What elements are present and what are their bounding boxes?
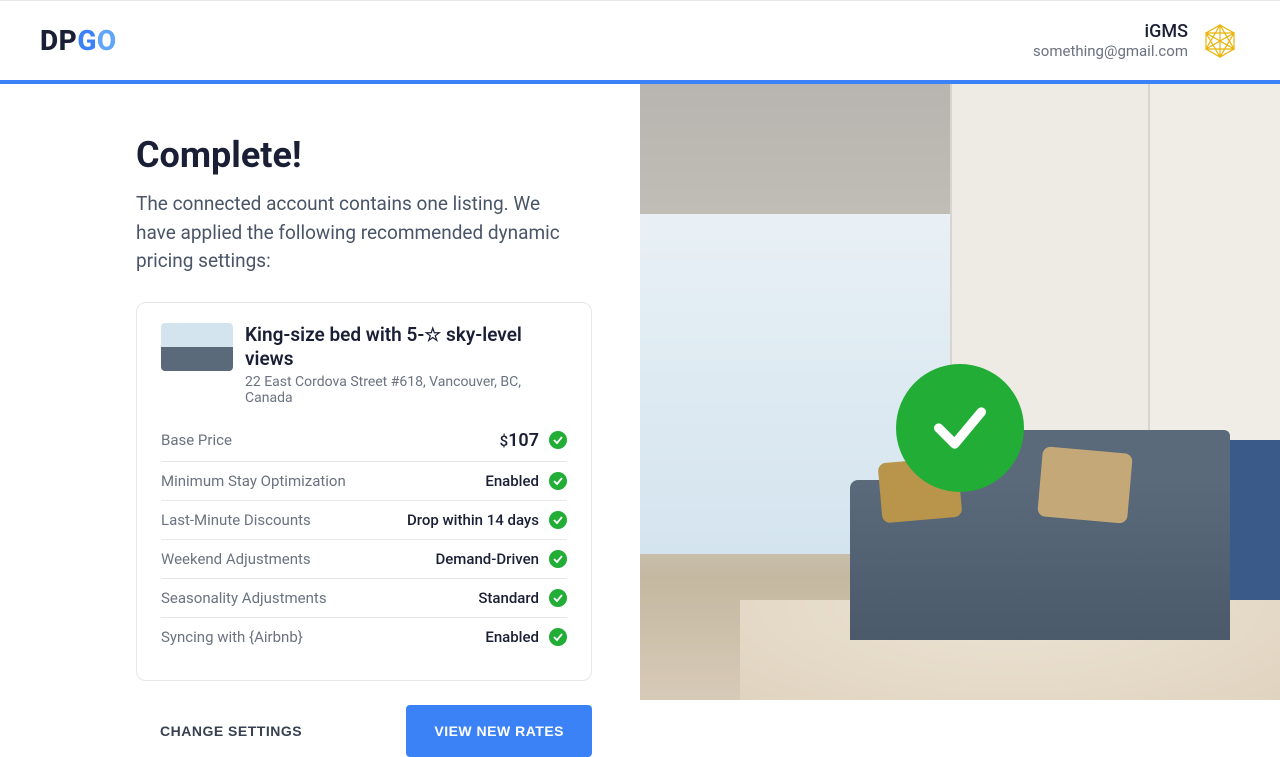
setting-row-base-price: Base Price $107: [161, 420, 567, 462]
logo-o: O: [97, 24, 117, 57]
app-header: DPGO iGMS something@gmail.com: [0, 0, 1280, 84]
listing-title: King-size bed with 5-☆ sky-level views: [245, 323, 567, 372]
price-value: 107: [508, 430, 539, 451]
left-panel: Complete! The connected account contains…: [0, 84, 640, 700]
setting-label: Base Price: [161, 431, 232, 449]
listing-info: King-size bed with 5-☆ sky-level views 2…: [245, 323, 567, 406]
setting-row-weekend: Weekend Adjustments Demand-Driven: [161, 540, 567, 579]
setting-row-min-stay: Minimum Stay Optimization Enabled: [161, 462, 567, 501]
check-icon: [549, 511, 567, 529]
setting-label: Seasonality Adjustments: [161, 589, 327, 607]
view-new-rates-button[interactable]: VIEW NEW RATES: [406, 705, 592, 757]
listing-address: 22 East Cordova Street #618, Vancouver, …: [245, 374, 567, 406]
setting-row-seasonality: Seasonality Adjustments Standard: [161, 579, 567, 618]
setting-label: Syncing with {Airbnb}: [161, 628, 303, 646]
check-icon: [549, 431, 567, 449]
account-text: iGMS something@gmail.com: [1033, 21, 1188, 60]
success-checkmark-icon: [896, 364, 1024, 492]
setting-label: Weekend Adjustments: [161, 550, 311, 568]
setting-row-last-minute: Last-Minute Discounts Drop within 14 day…: [161, 501, 567, 540]
setting-label: Last-Minute Discounts: [161, 511, 311, 529]
page-title: Complete!: [136, 134, 592, 176]
setting-value: Drop within 14 days: [407, 511, 567, 529]
check-icon: [549, 628, 567, 646]
check-icon: [549, 472, 567, 490]
setting-row-syncing: Syncing with {Airbnb} Enabled: [161, 618, 567, 656]
account-icon: [1200, 21, 1240, 61]
setting-value: Standard: [478, 589, 567, 607]
account-info[interactable]: iGMS something@gmail.com: [1033, 21, 1240, 61]
listing-thumbnail: [161, 323, 233, 371]
setting-value: Demand-Driven: [435, 550, 567, 568]
account-email: something@gmail.com: [1033, 42, 1188, 60]
listing-header: King-size bed with 5-☆ sky-level views 2…: [161, 323, 567, 406]
check-icon: [549, 589, 567, 607]
listing-card: King-size bed with 5-☆ sky-level views 2…: [136, 302, 592, 681]
hero-image-panel: [640, 84, 1280, 700]
logo-g: G: [77, 24, 97, 57]
setting-value: $107: [500, 430, 567, 451]
page-description: The connected account contains one listi…: [136, 190, 566, 276]
setting-value: Enabled: [485, 472, 567, 490]
currency-symbol: $: [500, 432, 509, 450]
setting-label: Minimum Stay Optimization: [161, 472, 346, 490]
app-logo: DPGO: [40, 24, 117, 57]
check-icon: [549, 550, 567, 568]
main-content: Complete! The connected account contains…: [0, 84, 1280, 700]
setting-value: Enabled: [485, 628, 567, 646]
action-buttons: CHANGE SETTINGS VIEW NEW RATES: [136, 681, 592, 757]
logo-dp: DP: [40, 24, 77, 57]
account-name: iGMS: [1033, 21, 1188, 42]
change-settings-button[interactable]: CHANGE SETTINGS: [136, 709, 326, 753]
